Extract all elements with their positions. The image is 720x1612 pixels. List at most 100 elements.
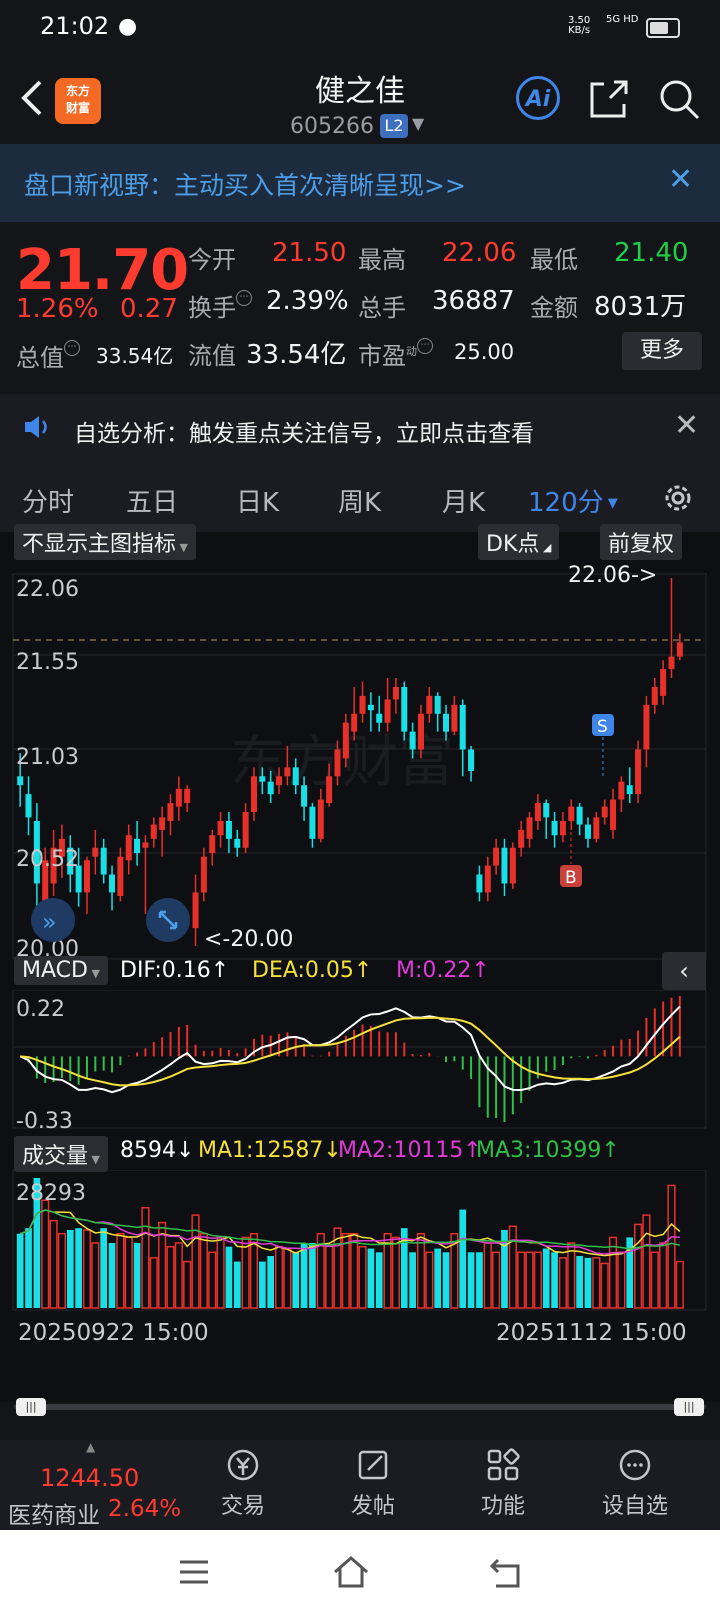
tab-daily-k[interactable]: 日K (236, 482, 279, 519)
y-axis-label: 21.55 (16, 650, 79, 675)
volume-current: 8594↓ (120, 1138, 195, 1163)
y-axis-label: 0.22 (16, 997, 65, 1022)
macd-chart: 0.22 -0.33 (12, 990, 707, 1130)
info-icon[interactable]: ⋯ (417, 338, 433, 354)
tab-monthly-k[interactable]: 月K (442, 482, 485, 519)
dk-point-button[interactable]: DK点 ◢ (478, 524, 560, 560)
tab-weekly-k[interactable]: 周K (338, 482, 381, 519)
tab-intraday[interactable]: 分时 (22, 482, 74, 519)
back-nav-icon[interactable] (488, 1554, 524, 1590)
candle (92, 847, 99, 857)
y-axis-label: 21.03 (16, 745, 79, 770)
more-circle-icon (619, 1449, 651, 1481)
candle (225, 820, 232, 839)
candle (242, 812, 249, 848)
caret-down-icon[interactable]: ▼ (412, 114, 424, 133)
candle (392, 686, 399, 700)
watchlist-notice[interactable]: 自选分析：触发重点关注信号，立即点击查看 ✕ (0, 394, 720, 464)
info-icon[interactable]: ⋯ (236, 290, 252, 306)
collapse-panel-button[interactable]: ‹ (662, 952, 706, 990)
candle (117, 856, 124, 896)
candle (259, 776, 266, 782)
volume-bar (434, 1248, 442, 1308)
main-indicator-selector[interactable]: 不显示主图指标 ▼ (14, 524, 196, 560)
candle (200, 856, 207, 893)
more-button[interactable]: 更多 (622, 332, 702, 370)
promo-banner[interactable]: 盘口新视野：主动买入首次清晰呈现>> ✕ (0, 144, 720, 222)
y-axis-label: -0.33 (16, 1109, 73, 1130)
candle (250, 776, 257, 813)
close-icon[interactable]: ✕ (668, 162, 693, 197)
volume-bar (375, 1252, 383, 1308)
volume-bar (642, 1214, 651, 1309)
home-icon[interactable] (332, 1554, 370, 1590)
tab-120min[interactable]: 120分 ▼ (528, 482, 618, 519)
volume-bar (124, 1236, 133, 1309)
gear-icon (665, 485, 691, 511)
candlestick-chart[interactable]: 东方财富 22.06 21.55 21.03 20.52 20.00 22.06… (0, 556, 720, 976)
search-button[interactable] (658, 78, 700, 120)
volume-bar (25, 1228, 32, 1308)
add-watchlist-button[interactable]: 设自选 (570, 1440, 700, 1520)
candle (17, 776, 24, 786)
info-icon[interactable]: ⋯ (64, 340, 80, 356)
candle (100, 847, 107, 875)
post-button[interactable]: 发帖 (308, 1440, 438, 1520)
grid-icon (487, 1448, 520, 1481)
functions-button[interactable]: 功能 (438, 1440, 568, 1520)
change-amount: 0.27 (120, 294, 178, 324)
volume-bar (225, 1246, 233, 1308)
candle (276, 776, 283, 786)
range-handle-left[interactable]: ||| (16, 1398, 46, 1416)
volume-bar (600, 1262, 609, 1309)
volume-bar (41, 1199, 50, 1309)
chart-range-scrollbar[interactable] (14, 1404, 706, 1410)
candle (359, 695, 366, 714)
volume-bar (75, 1228, 82, 1308)
candle (635, 749, 642, 795)
candle (192, 892, 199, 929)
volume-label: 总手 (358, 294, 406, 322)
volume-bar (584, 1257, 592, 1308)
price-adjust-button[interactable]: 前复权 (600, 524, 683, 560)
high-marker: 22.06-> (568, 563, 657, 588)
tab-five-day[interactable]: 五日 (126, 482, 178, 519)
volume-bar (233, 1261, 241, 1308)
volume-bar (659, 1242, 668, 1309)
candle (518, 829, 525, 848)
volume-bar (116, 1232, 125, 1309)
float-cap-value: 33.54亿 (246, 340, 347, 370)
yen-circle-icon (227, 1449, 259, 1481)
candle (676, 642, 683, 657)
ai-assistant-button[interactable]: Ai (516, 76, 560, 120)
macd-selector[interactable]: MACD ▼ (14, 956, 108, 985)
volume-selector[interactable]: 成交量 ▼ (14, 1136, 108, 1172)
level2-badge[interactable]: L2 (380, 114, 408, 138)
volume-bar (267, 1256, 275, 1308)
sell-signal[interactable]: S (592, 714, 614, 778)
share-button[interactable] (588, 78, 630, 120)
candle (434, 695, 441, 714)
wechat-icon: ● (118, 14, 138, 39)
candle (184, 788, 191, 804)
turnover-label: 换手 ⋯ (188, 288, 252, 323)
candle (217, 820, 224, 836)
volume-ma3: MA3:10399↑ (476, 1138, 620, 1163)
open-label: 今开 (188, 246, 236, 274)
chart-settings-button[interactable] (660, 480, 696, 516)
trade-button[interactable]: 交易 (178, 1440, 308, 1520)
notice-text[interactable]: 自选分析：触发重点关注信号，立即点击查看 (74, 414, 534, 448)
promo-banner-text[interactable]: 盘口新视野：主动买入首次清晰呈现>> (24, 166, 466, 202)
range-handle-right[interactable]: ||| (674, 1398, 704, 1416)
menu-icon[interactable] (178, 1556, 210, 1588)
expand-sidebar-button[interactable]: » (31, 898, 75, 942)
candle (384, 699, 391, 723)
system-nav-bar (0, 1530, 720, 1612)
date-start: 20250922 15:00 (18, 1320, 209, 1346)
sector-index[interactable]: ▲ 1244.50 医药商业 2.64% (0, 1440, 190, 1530)
close-icon[interactable]: ✕ (674, 408, 699, 443)
fullscreen-button[interactable] (146, 898, 190, 942)
volume-bar (391, 1236, 401, 1309)
candle (150, 824, 157, 839)
candle (367, 704, 374, 711)
